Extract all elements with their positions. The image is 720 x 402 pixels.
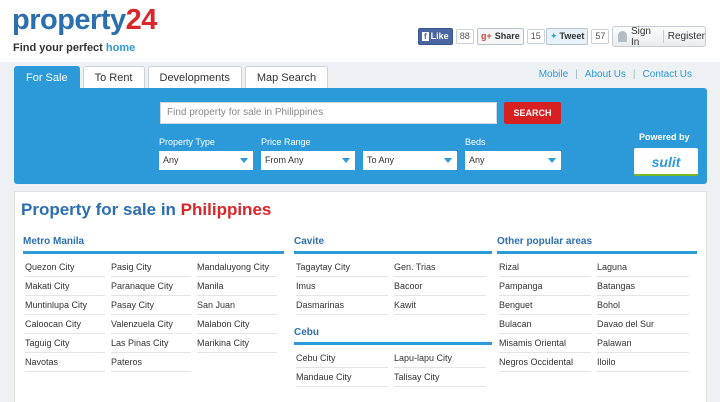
city-link[interactable]: Lapu-lapu City (394, 349, 486, 368)
city-link[interactable]: Batangas (597, 277, 689, 296)
chevron-down-icon (548, 158, 556, 163)
googleplus-share[interactable]: g+ Share 15 (477, 27, 545, 45)
googleplus-share-button[interactable]: g+ Share (477, 27, 524, 45)
beds-select[interactable]: Any (465, 151, 561, 170)
city-link[interactable]: Quezon City (25, 258, 105, 277)
chevron-down-icon (444, 158, 452, 163)
city-link[interactable]: Rizal (499, 258, 591, 277)
city-link[interactable]: Pasay City (111, 296, 191, 315)
price-to-select[interactable]: To Any (363, 151, 457, 170)
city-link[interactable]: Taguig City (25, 334, 105, 353)
city-link[interactable]: Muntinlupa City (25, 296, 105, 315)
city-link[interactable]: Cebu City (296, 349, 388, 368)
city-link[interactable]: Imus (296, 277, 388, 296)
city-link[interactable]: Marikina City (197, 334, 277, 353)
register-link[interactable]: Register (668, 31, 705, 42)
city-link[interactable]: Pasig City (111, 258, 191, 277)
city-link[interactable]: Tagaytay City (296, 258, 388, 277)
twitter-tweet[interactable]: ✦ Tweet 57 (546, 27, 610, 45)
city-link[interactable]: Negros Occidental (499, 353, 591, 372)
sign-in-link[interactable]: Sign In (631, 26, 659, 48)
auth-box: Sign In Register (612, 26, 706, 48)
twitter-tweet-count: 57 (591, 28, 610, 44)
city-link[interactable]: Las Pinas City (111, 334, 191, 353)
section-title-metro-manila: Metro Manila (23, 236, 85, 247)
city-link[interactable]: Pateros (111, 353, 191, 372)
mobile-link[interactable]: Mobile (532, 69, 575, 80)
city-link[interactable]: Valenzuela City (111, 315, 191, 334)
city-link[interactable]: Gen. Trias (394, 258, 486, 277)
section-title-cebu: Cebu (294, 327, 319, 338)
facebook-like-button[interactable]: f Like (418, 27, 453, 45)
city-link[interactable]: Makati City (25, 277, 105, 296)
city-link[interactable]: Bohol (597, 296, 689, 315)
sulit-logo[interactable]: sulit (634, 148, 698, 176)
about-us-link[interactable]: About Us (578, 69, 633, 80)
city-link[interactable]: Bulacan (499, 315, 591, 334)
city-link[interactable]: Davao del Sur (597, 315, 689, 334)
user-icon (618, 31, 627, 42)
property-type-select[interactable]: Any (159, 151, 253, 170)
city-link[interactable]: Kawit (394, 296, 486, 315)
city-link[interactable]: Caloocan City (25, 315, 105, 334)
top-links: Mobile | About Us | Contact Us (532, 69, 699, 80)
contact-us-link[interactable]: Contact Us (636, 69, 699, 80)
tagline: Find your perfect home (13, 42, 136, 54)
googleplus-icon: g+ (481, 31, 492, 41)
city-link[interactable]: Manila (197, 277, 277, 296)
city-link[interactable]: Talisay City (394, 368, 486, 387)
twitter-bird-icon: ✦ (550, 30, 558, 41)
tab-to-rent[interactable]: To Rent (82, 66, 145, 88)
city-link[interactable]: Iloilo (597, 353, 689, 372)
locations-panel: Property for sale in Philippines Metro M… (14, 191, 707, 402)
powered-by-label: Powered by (639, 132, 690, 142)
city-link[interactable]: Navotas (25, 353, 105, 372)
city-link[interactable]: Laguna (597, 258, 689, 277)
city-link[interactable]: Palawan (597, 334, 689, 353)
search-panel: Find property for sale in Philippines SE… (14, 88, 707, 184)
facebook-like[interactable]: f Like 88 (418, 27, 474, 45)
city-link[interactable]: Bacoor (394, 277, 486, 296)
main-tabs: For Sale To Rent Developments Map Search (14, 66, 331, 88)
section-divider (23, 251, 284, 254)
tab-for-sale[interactable]: For Sale (14, 66, 80, 88)
city-link[interactable]: Dasmarinas (296, 296, 388, 315)
chevron-down-icon (342, 158, 350, 163)
city-link[interactable]: Pampanga (499, 277, 591, 296)
twitter-tweet-button[interactable]: ✦ Tweet (546, 27, 589, 45)
price-from-select[interactable]: From Any (261, 151, 355, 170)
search-button[interactable]: SEARCH (504, 102, 561, 124)
section-title-cavite: Cavite (294, 236, 325, 247)
city-link[interactable]: Malabon City (197, 315, 277, 334)
city-link[interactable]: Mandaluyong City (197, 258, 277, 277)
city-link[interactable]: San Juan (197, 296, 277, 315)
city-link[interactable]: Misamis Oriental (499, 334, 591, 353)
section-title-other-areas: Other popular areas (497, 236, 593, 247)
section-divider (497, 251, 697, 254)
facebook-like-count: 88 (455, 28, 474, 44)
beds-label: Beds (465, 137, 486, 147)
section-divider (294, 342, 492, 345)
property-type-label: Property Type (159, 137, 215, 147)
site-header: property24 Find your perfect home f Like… (0, 0, 720, 62)
search-input[interactable]: Find property for sale in Philippines (160, 102, 497, 124)
city-link[interactable]: Mandaue City (296, 368, 388, 387)
tab-developments[interactable]: Developments (147, 66, 242, 88)
city-link[interactable]: Benguet (499, 296, 591, 315)
tab-map-search[interactable]: Map Search (244, 66, 329, 88)
page-title: Property for sale in Philippines (21, 200, 272, 219)
city-link[interactable]: Paranaque City (111, 277, 191, 296)
googleplus-share-count: 15 (526, 28, 545, 44)
facebook-icon: f (422, 31, 429, 41)
chevron-down-icon (240, 158, 248, 163)
price-range-label: Price Range (261, 137, 311, 147)
section-divider (294, 251, 492, 254)
divider (662, 30, 664, 43)
site-logo[interactable]: property24 (12, 4, 157, 37)
